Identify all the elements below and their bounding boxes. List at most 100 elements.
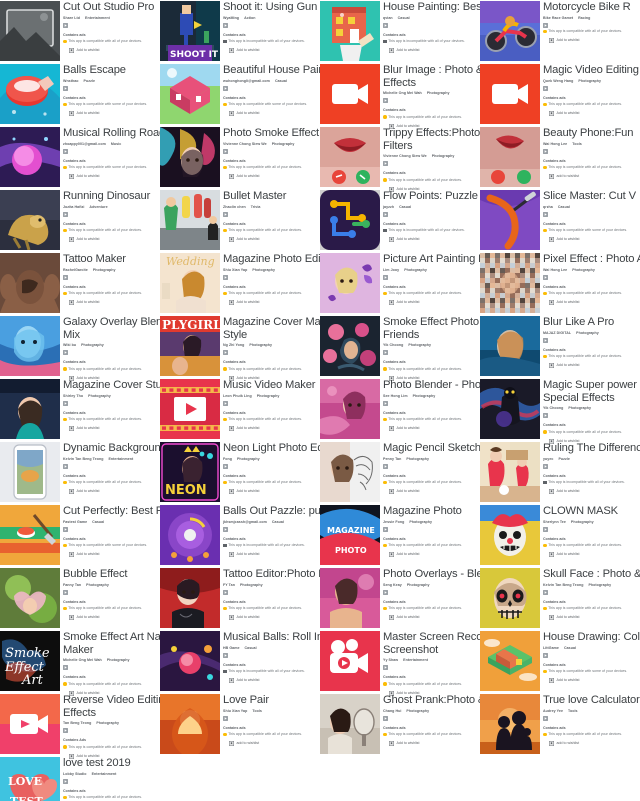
add-to-wishlist-button[interactable]: Add to wishlist (383, 552, 480, 558)
musical-rolling-road-icon[interactable] (0, 127, 60, 187)
app-developer[interactable]: Wai Hong Lee (543, 268, 567, 273)
magic-video-editing-icon[interactable] (480, 64, 540, 124)
app-card[interactable]: Musical Balls: Roll In HB Game Casual Conta… (160, 630, 320, 693)
app-title[interactable]: Music Video Maker (223, 379, 320, 392)
app-category[interactable]: Photography (86, 583, 109, 588)
app-card[interactable]: Magic Video Editing Quek Weng Hang Photogr… (480, 63, 640, 126)
app-card[interactable]: Photo Blender - Photo Effects See Hong Li… (320, 378, 480, 441)
magazine-cover-maker-icon[interactable]: PLYGIRL (160, 316, 220, 376)
add-to-wishlist-button[interactable]: Add to wishlist (63, 237, 160, 243)
shoot-it-using-gun-icon[interactable]: SHOOT IT (160, 1, 220, 61)
app-title[interactable]: House Drawing: Color (543, 631, 640, 644)
app-card[interactable]: Magazine Cover Studio Shirley Tho Photogra… (0, 378, 160, 441)
app-category[interactable]: Photography (257, 394, 280, 399)
app-card[interactable]: SHOOT IT Shoot it: Using Gun WyaMing Action… (160, 0, 320, 63)
app-title[interactable]: Blur Like A Pro (543, 316, 640, 329)
app-title[interactable]: Master Screen Recorder Screenshot (383, 631, 480, 656)
app-card[interactable]: Beauty Phone:Fun Wai Hong Lee Tools Contain… (480, 126, 640, 189)
app-developer[interactable]: zhoappy001@gmail.com (63, 142, 106, 147)
app-developer[interactable]: Lim Jooy (383, 268, 399, 273)
add-to-wishlist-button[interactable]: Add to wishlist (543, 111, 640, 117)
app-category[interactable]: Photography (578, 79, 601, 84)
photo-smoke-effect-icon[interactable] (160, 127, 220, 187)
app-category[interactable]: Photography (572, 268, 595, 273)
app-developer[interactable]: Yy Shaw (383, 658, 398, 663)
app-developer[interactable]: Zhaolin chen (223, 205, 246, 210)
app-title[interactable]: Picture Art Painting Filters (383, 253, 480, 266)
app-title[interactable]: Motorcycle Bike R (543, 1, 640, 14)
app-developer[interactable]: LittGame (543, 646, 559, 651)
app-card[interactable]: Slice Master: Cut V qrzha Casual Contains a… (480, 189, 640, 252)
app-developer[interactable]: Fastest Game (63, 520, 87, 525)
app-category[interactable]: Adventure (89, 205, 107, 210)
app-title[interactable]: Neon Light Photo Editor Effect (223, 442, 320, 455)
app-card[interactable]: Flow Points: Puzzle Game jayzzh Casual Cont… (320, 189, 480, 252)
app-category[interactable]: Photography (408, 343, 431, 348)
app-title[interactable]: Blur Image : Photo & Cam Effects (383, 64, 480, 89)
add-to-wishlist-button[interactable]: Add to wishlist (543, 678, 640, 684)
app-title[interactable]: Pixel Effect : Photo Art (543, 253, 640, 266)
app-developer[interactable]: Michelle Ong Mei Wah (63, 658, 102, 663)
app-card[interactable]: PLYGIRLMagazine Cover Maker Free Style Ng… (160, 315, 320, 381)
app-title[interactable]: Ruling The Differences Game (543, 442, 640, 455)
add-to-wishlist-button[interactable]: Add to wishlist (223, 489, 320, 495)
app-card[interactable]: House Drawing: Color LittGame Casual Contai… (480, 630, 640, 693)
add-to-wishlist-button[interactable]: Add to wishlist (223, 300, 320, 306)
app-developer[interactable]: Seng Keay (383, 583, 402, 588)
app-card[interactable]: Picture Art Painting Filters Lim Jooy Phot… (320, 252, 480, 315)
app-developer[interactable]: MAJAZ DIGITAL (543, 331, 571, 336)
add-to-wishlist-button[interactable]: Add to wishlist (383, 741, 480, 747)
app-category[interactable]: Puzzle (558, 457, 569, 462)
app-card[interactable]: Pixel Effect : Photo Art Wai Hong Lee Phot… (480, 252, 640, 315)
app-card[interactable]: Blur Like A Pro MAJAZ DIGITAL Photography C… (480, 315, 640, 378)
motorcycle-bike-race-icon[interactable] (480, 1, 540, 61)
app-developer[interactable]: Ng Zhi Yong (223, 343, 244, 348)
trippy-effects-icon[interactable] (320, 127, 380, 187)
running-dinosaur-icon[interactable] (0, 190, 60, 250)
app-card[interactable]: Master Screen Recorder Screenshot Yy Shaw… (320, 630, 480, 696)
app-card[interactable]: Dynamic Background : Live Kelvin Tan Beng… (0, 441, 160, 504)
app-category[interactable]: Photography (571, 520, 594, 525)
app-developer[interactable]: qrzha (543, 205, 553, 210)
house-drawing-icon[interactable] (480, 631, 540, 691)
app-category[interactable]: Photography (568, 406, 591, 411)
app-category[interactable]: Entertainment (85, 16, 110, 21)
smoke-effect-art-icon[interactable]: Smoke Effect Art (0, 631, 60, 691)
app-title[interactable]: Smoke Effect Art Name Filter Maker (63, 631, 160, 656)
app-category[interactable]: Photography (249, 343, 272, 348)
app-card[interactable]: Musical Rolling Road zhoappy001@gmail.com… (0, 126, 160, 189)
add-to-wishlist-button[interactable]: Add to wishlist (223, 174, 320, 180)
app-title[interactable]: love test 2019 (63, 757, 160, 770)
app-card[interactable]: Bullet Master Zhaolin chen Trivia Contains … (160, 189, 320, 252)
app-card[interactable]: Photo Overlays - Blend Seng Keay Photograp… (320, 567, 480, 630)
add-to-wishlist-button[interactable]: Add to wishlist (63, 174, 160, 180)
smoke-effect-photo-maker-icon[interactable] (320, 316, 380, 376)
app-category[interactable]: Casual (558, 205, 570, 210)
app-developer[interactable]: Penny Tan (383, 457, 401, 462)
add-to-wishlist-button[interactable]: Add to wishlist (383, 300, 480, 306)
love-test-2019-icon[interactable]: LOVE TEST (0, 757, 60, 801)
app-card[interactable]: Magic Super power : M Special Effects Yik… (480, 378, 640, 444)
app-developer[interactable]: See Hong Lim (383, 394, 408, 399)
app-card[interactable]: Tattoo Maker RachelGarcite Photography Cont… (0, 252, 160, 315)
app-developer[interactable]: Yik Choong (543, 406, 563, 411)
add-to-wishlist-button[interactable]: Add to wishlist (543, 38, 640, 44)
app-developer[interactable]: Leon Phuik Ling (223, 394, 252, 399)
app-category[interactable]: Photography (81, 343, 104, 348)
app-title[interactable]: Tattoo Maker (63, 253, 160, 266)
app-developer[interactable]: RachelGarcite (63, 268, 88, 273)
balls-out-pazzle-icon[interactable] (160, 505, 220, 565)
music-video-maker-icon[interactable] (160, 379, 220, 439)
app-title[interactable]: Balls Out Pazzle: puzzle game (223, 505, 320, 518)
pixel-effect-icon[interactable] (480, 253, 540, 313)
app-card[interactable]: Cut Perfectly: Best Puzzle Fastest Game Ca… (0, 504, 160, 567)
add-to-wishlist-button[interactable]: Add to wishlist (383, 48, 480, 54)
app-category[interactable]: Music (111, 142, 121, 147)
app-card[interactable]: SmokeEffectArtSmoke Effect Art Name Filt… (0, 630, 160, 696)
app-developer[interactable]: qvian (383, 16, 393, 21)
app-title[interactable]: Skull Face : Photo & C Effects (543, 568, 640, 581)
house-painting-icon[interactable] (320, 1, 380, 61)
add-to-wishlist-button[interactable]: Add to wishlist (63, 111, 160, 117)
app-card[interactable]: MAGAZINE PHOTO Magazine Photo Jessie Fong Ph… (320, 504, 480, 567)
ruling-the-differences-icon[interactable] (480, 442, 540, 502)
